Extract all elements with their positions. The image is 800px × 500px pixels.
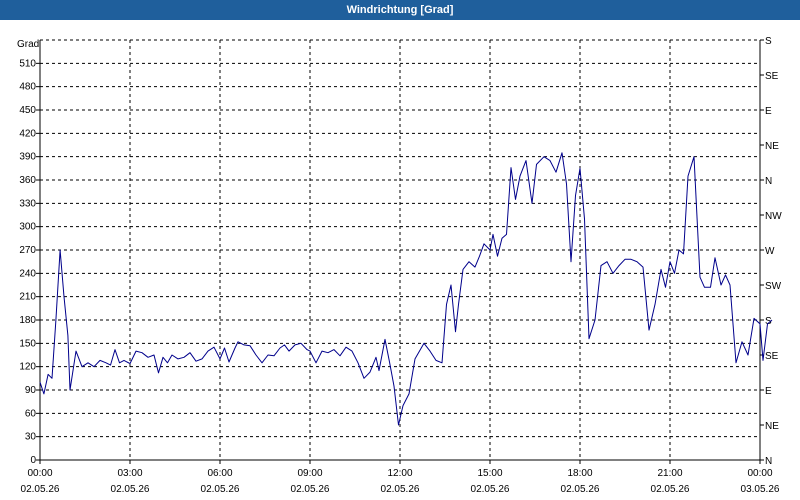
x-tick-time-label: 09:00 <box>297 468 322 479</box>
y-tick-label: 180 <box>19 315 36 326</box>
x-tick-date-label: 02.05.26 <box>21 484 60 495</box>
y-tick-label: 90 <box>25 385 37 396</box>
y-tick-label: 120 <box>19 362 36 373</box>
right-tick-label: NW <box>765 211 782 222</box>
x-tick-time-label: 15:00 <box>477 468 502 479</box>
right-tick-label: N <box>765 176 772 187</box>
right-tick-label: E <box>765 106 772 117</box>
y-tick-label: 300 <box>19 222 36 233</box>
y-tick-label: 30 <box>25 432 37 443</box>
x-tick-time-label: 06:00 <box>207 468 232 479</box>
y-tick-label: 480 <box>19 82 36 93</box>
tick-labels: 0 30 60 90 120 150 180 210 240 270 300 330 360 390 420… <box>19 36 782 495</box>
y-tick-label: 270 <box>19 245 36 256</box>
y-tick-label: 150 <box>19 338 36 349</box>
right-tick-label: SW <box>765 281 782 292</box>
y-tick-label: 210 <box>19 292 36 303</box>
x-tick-time-label: 18:00 <box>567 468 592 479</box>
y-tick-label: 450 <box>19 105 36 116</box>
y-tick-label: 0 <box>30 455 36 466</box>
x-tick-date-label: 03.05.26 <box>741 484 780 495</box>
x-tick-date-label: 02.05.26 <box>381 484 420 495</box>
x-tick-date-label: 02.05.26 <box>111 484 150 495</box>
x-tick-time-label: 12:00 <box>387 468 412 479</box>
series-group <box>39 152 773 426</box>
series-line <box>39 152 773 426</box>
right-tick-label: NE <box>765 141 779 152</box>
y-tick-label: 510 <box>19 58 36 69</box>
chart-title: Windrichtung [Grad] <box>0 0 800 20</box>
y-tick-label: 360 <box>19 175 36 186</box>
y-tick-label: 420 <box>19 128 36 139</box>
y-axis-label: Grad <box>17 39 39 50</box>
y-tick-label: 60 <box>25 408 37 419</box>
right-tick-label: SE <box>765 71 779 82</box>
y-tick-label: 240 <box>19 268 36 279</box>
right-tick-label: SE <box>765 351 779 362</box>
y-tick-label: 390 <box>19 152 36 163</box>
x-tick-time-label: 00:00 <box>747 468 772 479</box>
x-tick-date-label: 02.05.26 <box>291 484 330 495</box>
x-tick-date-label: 02.05.26 <box>201 484 240 495</box>
y-tick-label: 330 <box>19 198 36 209</box>
right-tick-label: NE <box>765 421 779 432</box>
x-tick-date-label: 02.05.26 <box>561 484 600 495</box>
right-tick-label: E <box>765 386 772 397</box>
x-tick-time-label: 00:00 <box>27 468 52 479</box>
x-tick-date-label: 02.05.26 <box>651 484 690 495</box>
grid-lines <box>40 39 760 460</box>
x-tick-time-label: 21:00 <box>657 468 682 479</box>
wind-direction-chart: 0 30 60 90 120 150 180 210 240 270 300 330 360 390 420… <box>17 36 782 495</box>
right-tick-label: W <box>765 246 775 257</box>
right-tick-label: S <box>765 36 772 47</box>
x-tick-date-label: 02.05.26 <box>471 484 510 495</box>
x-tick-time-label: 03:00 <box>117 468 142 479</box>
right-tick-label: N <box>765 456 772 467</box>
